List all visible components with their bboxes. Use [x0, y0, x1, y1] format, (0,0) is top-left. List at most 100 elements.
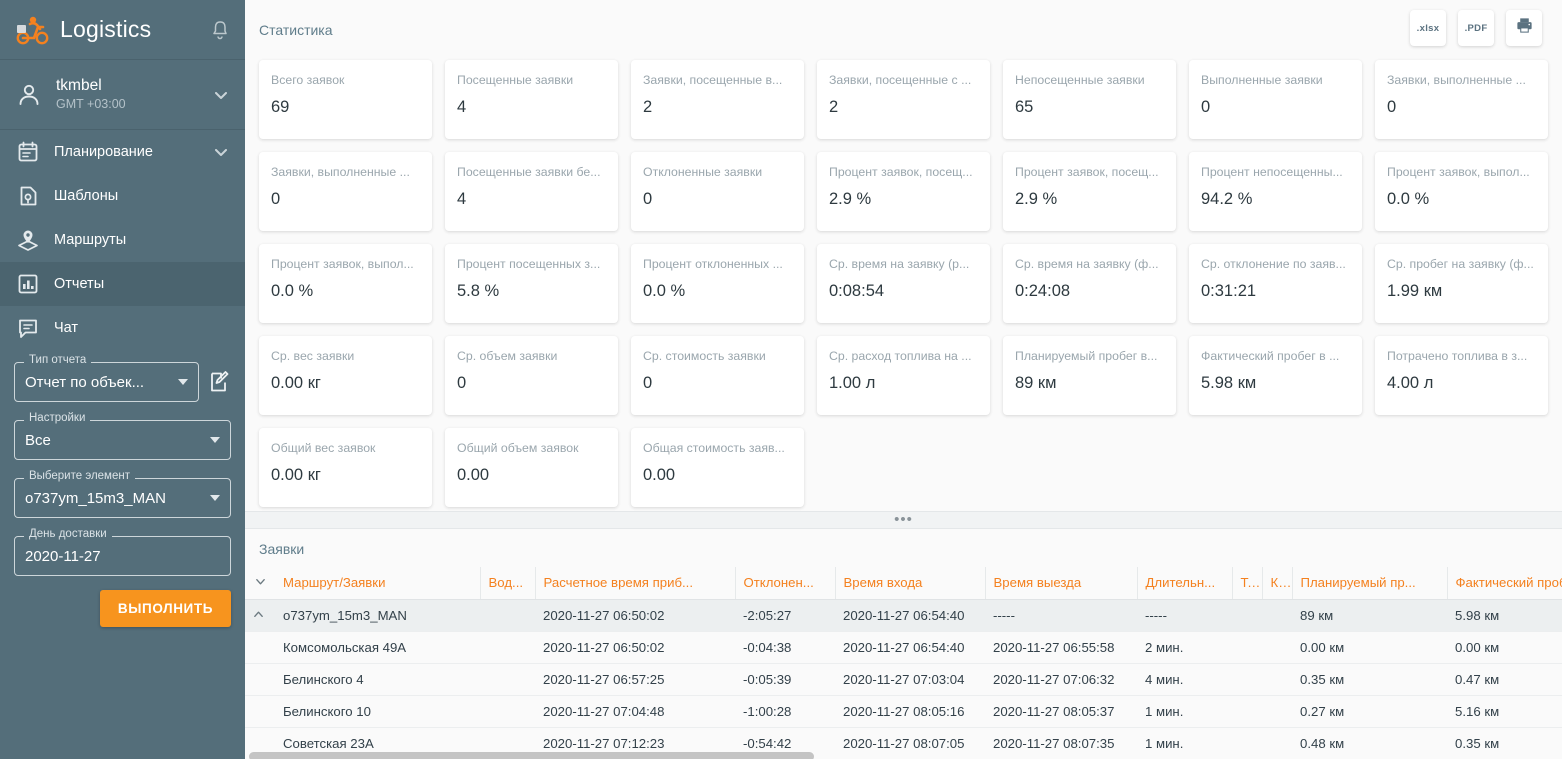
brand-header: Logistics [0, 0, 245, 60]
pdf-export-button[interactable]: .PDF [1458, 10, 1494, 46]
user-account-block[interactable]: tkmbel GMT +03:00 [0, 60, 245, 130]
stat-card-value: 2 [643, 97, 653, 116]
table-row[interactable]: Комсомольская 49А 2020-11-27 06:50:02 -0:0… [245, 631, 1562, 664]
stat-card-value: 1.99 км [1387, 281, 1443, 300]
chevron-down-icon[interactable] [213, 144, 229, 160]
scrollbar-thumb[interactable] [249, 752, 814, 759]
stat-card-value: 4.00 л [1387, 373, 1434, 392]
cell-k [1262, 663, 1292, 696]
route-pin-icon [16, 228, 40, 252]
column-header-driver[interactable]: Вод... [480, 567, 536, 600]
stat-card: Ср. стоимость заявки 0 [631, 336, 804, 415]
bell-icon[interactable] [209, 19, 231, 41]
cell-exit-time: 2020-11-27 07:06:32 [985, 663, 1137, 696]
stat-card: Заявки, выполненные ... 0 [1375, 60, 1548, 139]
chevron-down-icon[interactable] [213, 87, 229, 103]
cell-actual-mileage: 0.00 км [1447, 631, 1562, 664]
table-row[interactable]: o737ym_15m3_MAN 2020-11-27 06:50:02 -2:05:… [245, 599, 1562, 632]
column-header-deviation[interactable]: Отклонен... [735, 567, 836, 600]
column-header-k[interactable]: К... [1262, 567, 1293, 600]
stat-card: Непосещенные заявки 65 [1003, 60, 1176, 139]
cell-k [1262, 631, 1292, 664]
stat-card-label: Процент заявок, выпол... [271, 257, 414, 271]
report-type-select[interactable]: Тип отчета Отчет по объек... [14, 354, 199, 402]
table-row[interactable]: Белинского 10 2020-11-27 07:04:48 -1:00:28… [245, 695, 1562, 728]
stat-card: Посещенные заявки 4 [445, 60, 618, 139]
column-header-route[interactable]: Маршрут/Заявки [275, 567, 481, 600]
stat-card-value: 94.2 % [1201, 189, 1253, 208]
row-expand-toggle[interactable] [245, 599, 275, 632]
stat-card: Процент отклоненных ... 0.0 % [631, 244, 804, 323]
column-header-t[interactable]: Т... [1232, 567, 1263, 600]
template-icon [16, 184, 40, 208]
chevron-down-icon[interactable] [210, 437, 220, 443]
stat-card-value: 89 км [1015, 373, 1057, 392]
stat-card: Общая стоимость заяв... 0.00 [631, 428, 804, 507]
user-name: tkmbel [56, 77, 102, 94]
stat-card-label: Заявки, выполненные ... [1387, 73, 1526, 87]
stat-card-value: 0:08:54 [829, 281, 885, 300]
sidebar-item-templates[interactable]: Шаблоны [0, 174, 245, 218]
stat-card-value: 0 [1387, 97, 1397, 116]
sidebar-item-reports[interactable]: Отчеты [0, 262, 245, 306]
delivery-day-value: 2020-11-27 [25, 547, 101, 565]
settings-select[interactable]: Настройки Все [14, 412, 231, 460]
cell-route-name: Комсомольская 49А [275, 631, 480, 664]
print-button[interactable] [1506, 10, 1542, 46]
stat-card: Общий вес заявок 0.00 кг [259, 428, 432, 507]
stat-card: Процент посещенных з... 5.8 % [445, 244, 618, 323]
column-header-entry-time[interactable]: Время входа [835, 567, 986, 600]
column-header-eta[interactable]: Расчетное время приб... [535, 567, 736, 600]
stat-card-value: 0.0 % [271, 281, 314, 300]
run-report-button[interactable]: ВЫПОЛНИТЬ [99, 590, 231, 627]
sidebar-item-planning[interactable]: Планирование [0, 130, 245, 174]
cell-entry-time: 2020-11-27 06:54:40 [835, 631, 985, 664]
cell-driver [480, 631, 535, 664]
horizontal-scrollbar[interactable] [245, 752, 1562, 759]
stat-card: Потрачено топлива в з... 4.00 л [1375, 336, 1548, 415]
edit-document-icon[interactable] [207, 370, 231, 394]
stat-card-value: 0.00 [643, 465, 676, 484]
stat-card-label: Ср. время на заявку (ф... [1015, 257, 1159, 271]
cell-deviation: -2:05:27 [735, 599, 835, 632]
column-header-duration[interactable]: Длительн... [1137, 567, 1233, 600]
column-header-exit-time[interactable]: Время выезда [985, 567, 1138, 600]
stat-card-label: Ср. вес заявки [271, 349, 355, 363]
sidebar-item-routes[interactable]: Маршруты [0, 218, 245, 262]
cell-driver [480, 599, 535, 632]
cell-planned-mileage: 89 км [1292, 599, 1447, 632]
stat-card-value: 69 [271, 97, 290, 116]
orders-panel: Заявки Маршрут/Заявки Вод... Расчетное в… [245, 529, 1562, 759]
stat-card-label: Ср. время на заявку (р... [829, 257, 970, 271]
element-select[interactable]: Выберите элемент o737ym_15m3_MAN [14, 470, 231, 518]
stat-card: Заявки, посещенные с ... 2 [817, 60, 990, 139]
delivery-day-input[interactable]: День доставки 2020-11-27 [14, 528, 231, 576]
chevron-down-icon[interactable] [178, 379, 188, 385]
resize-dots: ••• [894, 511, 913, 528]
brand-title: Logistics [60, 16, 152, 42]
stat-card-label: Отклоненные заявки [643, 165, 763, 179]
stat-card-value: 0:24:08 [1015, 281, 1071, 300]
xlsx-export-button[interactable]: .xlsx [1410, 10, 1446, 46]
chevron-down-icon[interactable] [210, 495, 220, 501]
user-info: tkmbel GMT +03:00 [56, 76, 126, 113]
element-value: o737ym_15m3_MAN [25, 489, 166, 507]
sidebar-item-chat[interactable]: Чат [0, 306, 245, 350]
cell-driver [480, 663, 535, 696]
stat-card: Выполненные заявки 0 [1189, 60, 1362, 139]
column-header-actual-mileage[interactable]: Фактический пробег [1447, 567, 1562, 600]
table-row[interactable]: Белинского 4 2020-11-27 06:57:25 -0:05:39 2… [245, 663, 1562, 696]
chevron-down-icon [255, 575, 265, 585]
expand-all-toggle[interactable] [245, 567, 275, 600]
column-header-planned-mileage[interactable]: Планируемый пр... [1292, 567, 1448, 600]
cell-planned-mileage: 0.27 км [1292, 695, 1447, 728]
stat-card: Всего заявок 69 [259, 60, 432, 139]
cell-route-name: o737ym_15m3_MAN [275, 599, 480, 632]
cell-planned-mileage: 0.35 км [1292, 663, 1447, 696]
xlsx-export-icon: .xlsx [1416, 22, 1440, 34]
scooter-courier-icon [14, 14, 50, 46]
calendar-icon [16, 140, 40, 164]
panel-resize-handle[interactable]: ••• [245, 511, 1562, 529]
orders-table-scroll[interactable]: Маршрут/Заявки Вод... Расчетное время пр… [245, 567, 1562, 759]
stat-card-value: 0.0 % [643, 281, 686, 300]
